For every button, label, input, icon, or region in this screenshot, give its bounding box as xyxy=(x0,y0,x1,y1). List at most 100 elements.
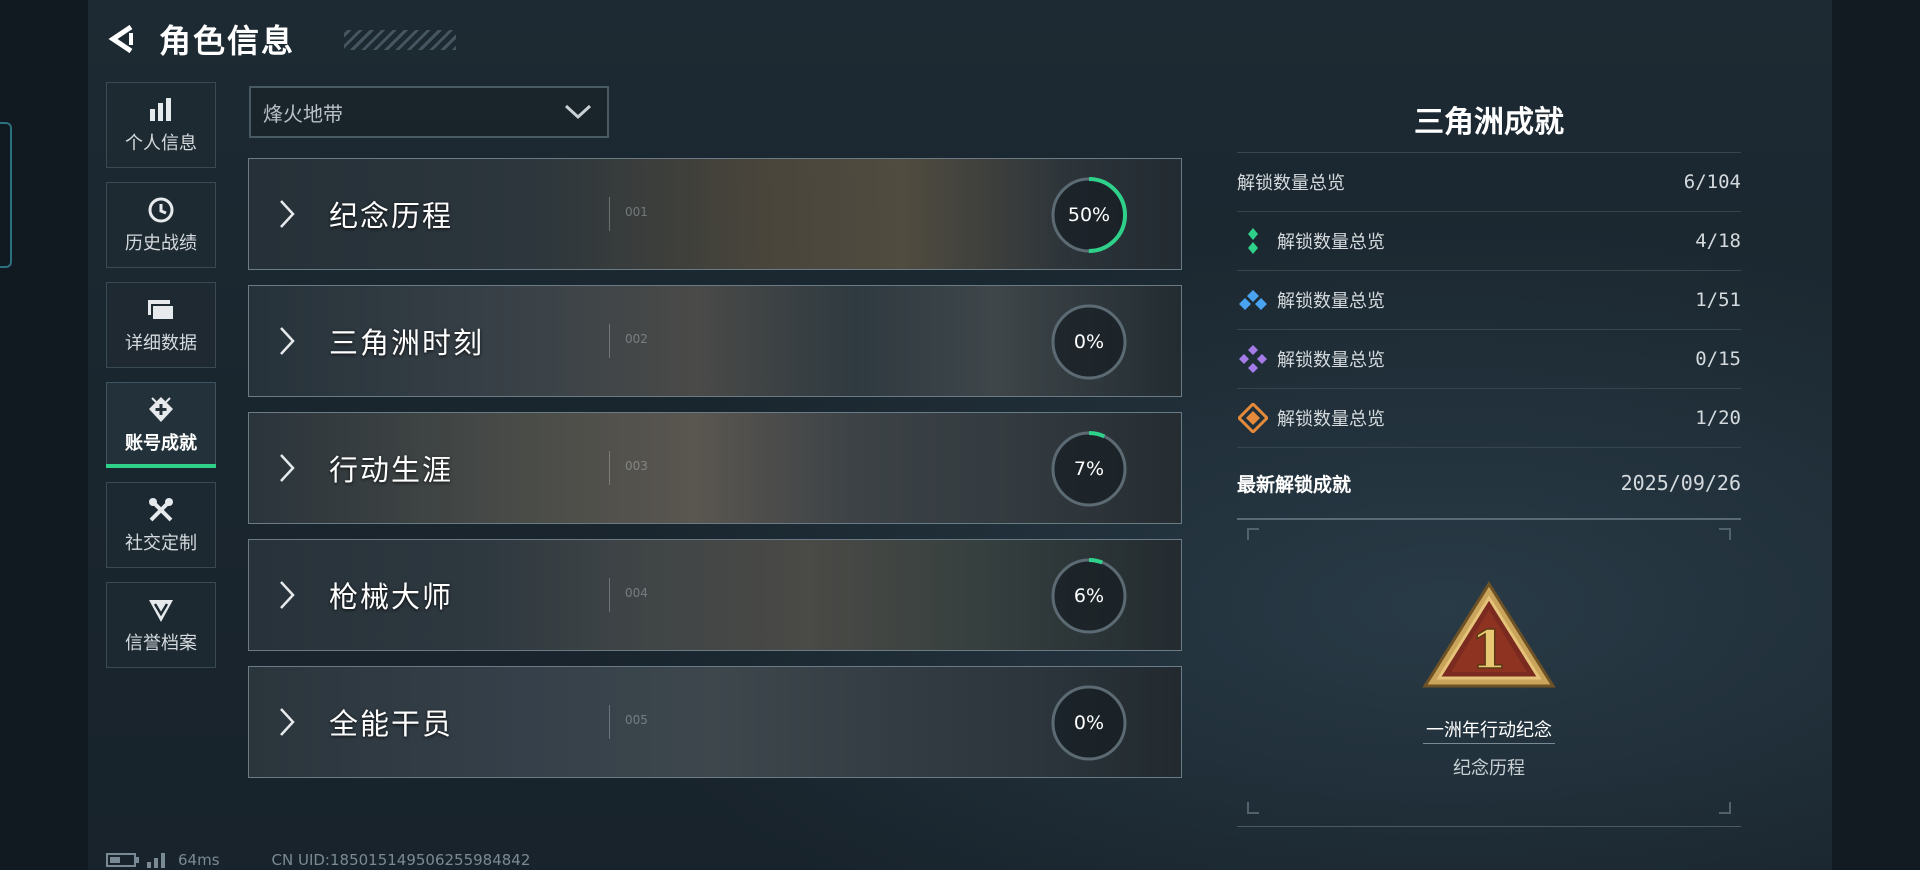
tier-row-orange: 解锁数量总览 1/20 xyxy=(1237,388,1741,447)
panel-title: 三角洲成就 xyxy=(1414,105,1564,140)
card-divider xyxy=(609,197,610,231)
category-number: 001 xyxy=(625,205,648,219)
folder-icon xyxy=(146,295,176,325)
chevron-down-icon xyxy=(564,104,592,120)
category-card-delta-moments[interactable]: 三角洲时刻 002 0% xyxy=(248,285,1182,397)
frame-corner xyxy=(1719,802,1731,814)
nav-label: 个人信息 xyxy=(125,133,197,154)
shield-icon xyxy=(146,595,176,625)
category-number: 005 xyxy=(625,713,648,727)
latest-unlock-date: 2025/09/26 xyxy=(1620,471,1741,495)
chevron-right-icon xyxy=(280,327,295,355)
nav-item-personal[interactable]: 个人信息 xyxy=(106,82,216,168)
nav-label: 详细数据 xyxy=(125,333,197,354)
tier-count: 4/18 xyxy=(1695,230,1741,252)
page-header: 角色信息 xyxy=(105,18,295,60)
category-name: 枪械大师 xyxy=(329,580,454,614)
header-hatch-decoration xyxy=(344,30,456,50)
achievement-badge-icon: 1 xyxy=(1422,581,1556,688)
card-divider xyxy=(609,578,610,612)
right-edge xyxy=(1832,0,1920,870)
showcase-achievement-name: 一洲年行动纪念 xyxy=(1426,720,1552,741)
latest-unlock-label: 最新解锁成就 xyxy=(1237,473,1352,496)
tier-label: 解锁数量总览 xyxy=(1277,291,1385,312)
nav-label: 历史战绩 xyxy=(125,233,197,254)
page-title: 角色信息 xyxy=(159,22,296,60)
card-divider xyxy=(609,324,610,358)
progress-percent: 0% xyxy=(1073,331,1105,353)
progress-percent: 0% xyxy=(1073,712,1105,734)
category-name: 三角洲时刻 xyxy=(329,326,485,360)
achievement-icon xyxy=(146,395,176,425)
chevron-right-icon xyxy=(280,708,295,736)
back-button[interactable] xyxy=(105,22,139,56)
left-edge xyxy=(0,0,88,870)
nav-item-history[interactable]: 历史战绩 xyxy=(106,182,216,268)
history-icon xyxy=(146,195,176,225)
chevron-right-icon xyxy=(280,454,295,482)
mode-select[interactable]: 烽火地带 xyxy=(249,86,609,138)
chevron-right-icon xyxy=(280,581,295,609)
nav-item-details[interactable]: 详细数据 xyxy=(106,282,216,368)
bar-chart-icon xyxy=(146,95,176,125)
nav-label: 社交定制 xyxy=(125,533,197,554)
category-card-career[interactable]: 行动生涯 003 7% xyxy=(248,412,1182,524)
category-name: 行动生涯 xyxy=(329,453,454,487)
progress-percent: 6% xyxy=(1073,585,1105,607)
latest-unlock-row: 最新解锁成就 2025/09/26 xyxy=(1237,447,1741,520)
signal-icon xyxy=(147,853,165,868)
frame-corner xyxy=(1247,528,1259,540)
category-number: 004 xyxy=(625,586,648,600)
category-card-all-round-operator[interactable]: 全能干员 005 0% xyxy=(248,666,1182,778)
achievement-category-list: 纪念历程 001 50% 三角洲时刻 002 0% 行动生涯 003 7% 枪械… xyxy=(248,158,1182,793)
back-arrow-icon xyxy=(108,24,133,54)
frame-corner xyxy=(1247,802,1259,814)
tier-label: 解锁数量总览 xyxy=(1277,409,1385,430)
category-number: 002 xyxy=(625,332,648,346)
frame-corner xyxy=(1719,528,1731,540)
tools-icon xyxy=(146,495,176,525)
purple-gem-icon xyxy=(1237,343,1269,375)
category-name: 全能干员 xyxy=(329,707,454,741)
progress-percent: 7% xyxy=(1073,458,1105,480)
uid-text: CN UID:18501514950625598​4842 xyxy=(271,851,531,869)
total-unlock-row: 解锁数量总览 6/104 xyxy=(1237,152,1741,211)
side-pull-tab[interactable] xyxy=(0,122,12,268)
latest-achievement-showcase[interactable]: 1 一洲年行动纪念 纪念历程 xyxy=(1237,520,1741,827)
tier-count: 1/20 xyxy=(1695,407,1741,429)
card-divider xyxy=(609,451,610,485)
category-name: 纪念历程 xyxy=(329,199,454,233)
status-bar: 64ms CN UID:18501514950625598​4842 xyxy=(106,850,530,870)
battery-icon xyxy=(106,853,139,867)
total-unlock-label: 解锁数量总览 xyxy=(1237,173,1345,194)
green-gem-icon xyxy=(1237,225,1269,257)
category-card-weapon-master[interactable]: 枪械大师 004 6% xyxy=(248,539,1182,651)
total-unlock-count: 6/104 xyxy=(1683,171,1741,193)
mode-select-value: 烽火地带 xyxy=(263,101,343,126)
category-card-memorial[interactable]: 纪念历程 001 50% xyxy=(248,158,1182,270)
nav-item-social[interactable]: 社交定制 xyxy=(106,482,216,568)
tier-label: 解锁数量总览 xyxy=(1277,232,1385,253)
tier-row-purple: 解锁数量总览 0/15 xyxy=(1237,329,1741,388)
tier-count: 1/51 xyxy=(1695,289,1741,311)
badge-glyph: 1 xyxy=(1471,620,1507,681)
tier-count: 0/15 xyxy=(1695,348,1741,370)
nav-label: 账号成就 xyxy=(125,433,197,454)
showcase-divider xyxy=(1423,743,1555,744)
tier-row-green: 解锁数量总览 4/18 xyxy=(1237,211,1741,270)
tier-row-blue: 解锁数量总览 1/51 xyxy=(1237,270,1741,329)
side-nav: 个人信息 历史战绩 详细数据 账号成就 社交定制 信誉档案 xyxy=(106,82,218,682)
achievement-summary-panel: 三角洲成就 解锁数量总览 6/104 解锁数量总览 4/18 解锁数量总览 1/… xyxy=(1237,100,1741,520)
nav-item-achievements[interactable]: 账号成就 xyxy=(106,382,216,468)
orange-gem-icon xyxy=(1237,402,1269,434)
nav-item-credit[interactable]: 信誉档案 xyxy=(106,582,216,668)
tier-label: 解锁数量总览 xyxy=(1277,350,1385,371)
showcase-achievement-category: 纪念历程 xyxy=(1453,758,1525,779)
ping-text: 64ms xyxy=(178,851,220,869)
chevron-right-icon xyxy=(280,200,295,228)
progress-percent: 50% xyxy=(1067,204,1111,226)
card-divider xyxy=(609,705,610,739)
blue-gem-icon xyxy=(1237,284,1269,316)
nav-label: 信誉档案 xyxy=(125,633,197,654)
category-number: 003 xyxy=(625,459,648,473)
